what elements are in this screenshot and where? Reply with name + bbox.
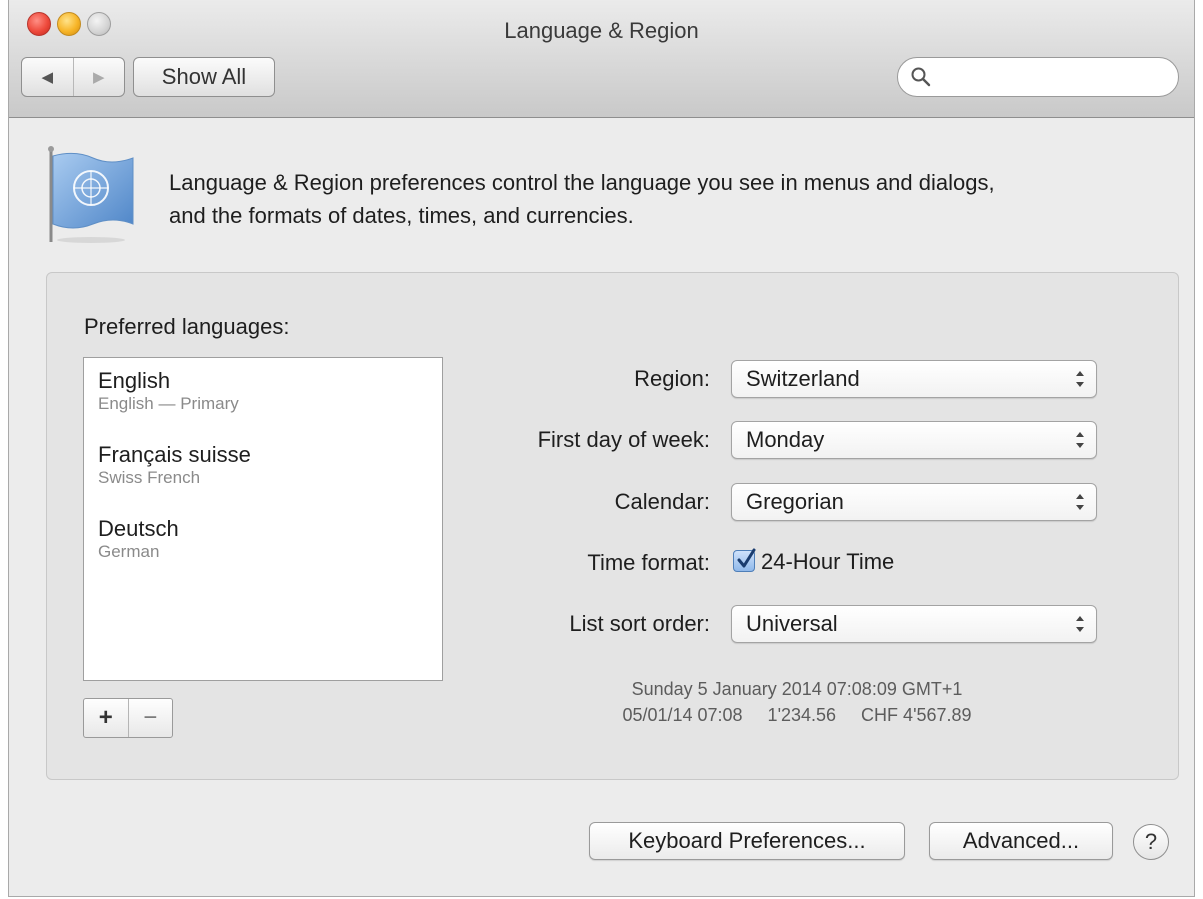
language-subtitle: German [98,542,160,561]
search-field[interactable] [897,57,1179,97]
language-subtitle: Swiss French [98,468,201,487]
popup-arrows-icon [1076,371,1084,387]
add-remove-control: + − [83,698,173,738]
language-name: Français suisse [98,442,251,467]
calendar-value: Gregorian [746,489,844,514]
popup-arrows-icon [1076,616,1084,632]
title-bar: Language & Region ◀ ▶ Show All [9,0,1194,118]
language-name: English [98,368,171,393]
search-input[interactable] [940,64,1164,92]
show-all-button[interactable]: Show All [133,57,275,97]
popup-arrows-icon [1076,494,1084,510]
back-forward-control: ◀ ▶ [21,57,125,97]
keyboard-preferences-button[interactable]: Keyboard Preferences... [589,822,905,860]
24-hour-time-label[interactable]: 24-Hour Time [761,549,894,575]
format-sample-line-2: 05/01/14 07:08 1'234.56 CHF 4'567.89 [622,705,972,725]
back-button[interactable]: ◀ [22,58,73,96]
format-sample-line-1: Sunday 5 January 2014 07:08:09 GMT+1 [631,679,963,699]
forward-button[interactable]: ▶ [72,58,125,96]
time-format-label: Time format: [587,550,710,575]
description-line-1: Language & Region preferences control th… [169,170,995,195]
first-day-value: Monday [746,427,825,452]
add-language-button[interactable]: + [84,699,128,737]
preferred-languages-list[interactable]: English English — Primary Français suiss… [83,357,443,681]
language-name: Deutsch [98,516,179,541]
sort-order-label: List sort order: [569,611,710,636]
preferences-window: Language & Region ◀ ▶ Show All Language … [8,0,1195,897]
language-item[interactable]: English English — Primary [98,368,239,414]
forward-arrow-icon: ▶ [92,69,105,86]
language-item[interactable]: Français suisse Swiss French [98,442,251,488]
calendar-label: Calendar: [614,489,710,514]
un-flag-icon [48,146,134,243]
sort-order-value: Universal [746,611,838,636]
remove-language-button[interactable]: − [127,699,173,737]
region-label: Region: [634,366,710,391]
language-item[interactable]: Deutsch German [98,516,179,562]
region-value: Switzerland [746,366,860,391]
description-text: Language & Region preferences control th… [169,166,1179,232]
help-button[interactable]: ? [1133,824,1169,860]
search-icon [911,67,931,87]
back-arrow-icon: ◀ [41,69,54,86]
description-line-2: and the formats of dates, times, and cur… [169,203,634,228]
checkmark-icon [737,548,756,568]
sort-order-popup[interactable]: Universal [731,605,1097,643]
preferred-languages-label: Preferred languages: [84,314,290,339]
first-day-popup[interactable]: Monday [731,421,1097,459]
language-subtitle: English — Primary [98,394,239,413]
calendar-popup[interactable]: Gregorian [731,483,1097,521]
advanced-button[interactable]: Advanced... [929,822,1113,860]
popup-arrows-icon [1076,432,1084,448]
window-title: Language & Region [504,18,699,43]
first-day-label: First day of week: [537,427,710,452]
24-hour-time-checkbox[interactable] [733,548,756,572]
region-popup[interactable]: Switzerland [731,360,1097,398]
